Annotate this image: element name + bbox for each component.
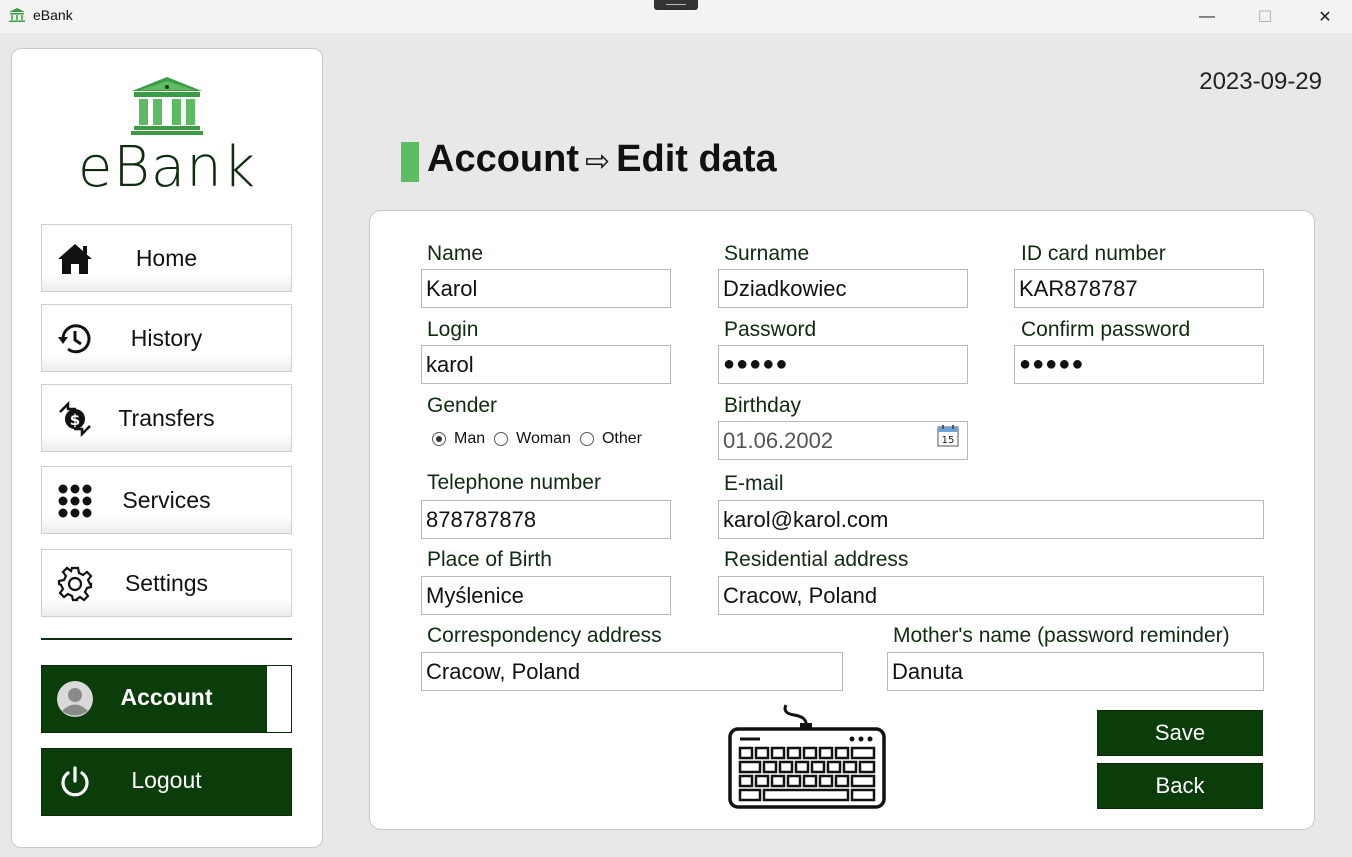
bank-icon [9, 8, 25, 22]
active-indicator [267, 666, 291, 732]
nav-account-button[interactable]: Account [41, 665, 292, 733]
nav-settings-button[interactable]: Settings [41, 549, 292, 617]
place-of-birth-label: Place of Birth [427, 548, 552, 571]
maximize-button[interactable]: ☐ [1236, 0, 1294, 33]
sidebar: eBank Home History $ Transfers Services … [11, 48, 323, 848]
gender-option-man[interactable]: Man [432, 430, 485, 448]
nav-home-label: Home [135, 244, 198, 271]
email-field[interactable]: karol@karol.com [718, 500, 1264, 539]
id-card-label: ID card number [1021, 242, 1166, 265]
close-button[interactable]: ✕ [1296, 0, 1352, 33]
correspondency-address-field[interactable]: Cracow, Poland [421, 652, 843, 691]
surname-field[interactable]: Dziadkowiec [718, 269, 968, 308]
calendar-day: 15 [942, 435, 955, 446]
residential-address-label: Residential address [724, 548, 909, 571]
gender-label: Gender [427, 394, 498, 417]
snap-grip[interactable] [654, 0, 698, 10]
nav-home-button[interactable]: Home [41, 224, 292, 292]
window-titlebar: eBank — ☐ ✕ [0, 0, 1352, 33]
mothers-name-label: Mother's name (password reminder) [893, 624, 1230, 647]
telephone-label: Telephone number [427, 471, 601, 494]
nav-services-button[interactable]: Services [41, 466, 292, 534]
gender-option-other-label: Other [601, 430, 642, 447]
gender-option-woman-label: Woman [516, 430, 571, 447]
login-label: Login [427, 318, 479, 341]
bank-logo-icon [131, 77, 203, 135]
sidebar-divider [41, 638, 292, 640]
radio-woman[interactable] [494, 432, 509, 446]
minimize-button[interactable]: — [1178, 0, 1236, 33]
nav-history-label: History [130, 324, 203, 351]
gender-option-man-label: Man [454, 430, 486, 447]
nav-transfers-label: Transfers [118, 404, 215, 431]
current-date: 2023-09-29 [1199, 68, 1322, 95]
nav-services-label: Services [122, 486, 211, 513]
name-label: Name [427, 242, 484, 265]
logo-text: eBank [77, 135, 257, 200]
birthday-label: Birthday [724, 394, 802, 417]
nav-transfers-button[interactable]: $ Transfers [41, 384, 292, 452]
residential-address-field[interactable]: Cracow, Poland [718, 576, 1264, 615]
confirm-password-label: Confirm password [1021, 318, 1191, 341]
birthday-field[interactable]: 01.06.2002 [718, 421, 968, 460]
gender-radio-group: Man Woman Other [432, 430, 651, 448]
telephone-field[interactable]: 878787878 [421, 500, 671, 539]
correspondency-address-label: Correspondency address [427, 624, 662, 647]
title-accent-bar [401, 142, 419, 182]
nav-settings-label: Settings [124, 569, 209, 596]
page-title-main: Account [427, 138, 579, 180]
logout-label: Logout [131, 767, 202, 793]
page-title-sub: Edit data [616, 138, 777, 180]
calendar-icon[interactable]: 15 [937, 425, 959, 447]
nav-history-button[interactable]: History [41, 304, 292, 372]
gender-option-other[interactable]: Other [579, 430, 642, 448]
keyboard-icon[interactable] [728, 703, 886, 809]
place-of-birth-field[interactable]: Myślenice [421, 576, 671, 615]
radio-man[interactable] [432, 432, 446, 446]
back-button[interactable]: Back [1097, 763, 1263, 809]
nav-account-label: Account [120, 684, 213, 710]
gender-option-woman[interactable]: Woman [494, 430, 571, 448]
save-button[interactable]: Save [1097, 710, 1263, 756]
arrow-right-icon: ⇨ [585, 145, 611, 178]
radio-other[interactable] [579, 432, 594, 446]
page-title: Account ⇨ Edit data [427, 138, 777, 181]
confirm-password-field[interactable]: ●●●●● [1014, 345, 1264, 384]
email-label: E-mail [724, 472, 784, 495]
window-title: eBank [33, 7, 73, 23]
name-field[interactable]: Karol [421, 269, 671, 308]
login-field[interactable]: karol [421, 345, 671, 384]
surname-label: Surname [724, 242, 810, 265]
password-label: Password [724, 318, 817, 341]
id-card-field[interactable]: KAR878787 [1014, 269, 1264, 308]
password-field[interactable]: ●●●●● [718, 345, 968, 384]
logout-button[interactable]: Logout [41, 748, 292, 816]
mothers-name-field[interactable]: Danuta [887, 652, 1264, 691]
